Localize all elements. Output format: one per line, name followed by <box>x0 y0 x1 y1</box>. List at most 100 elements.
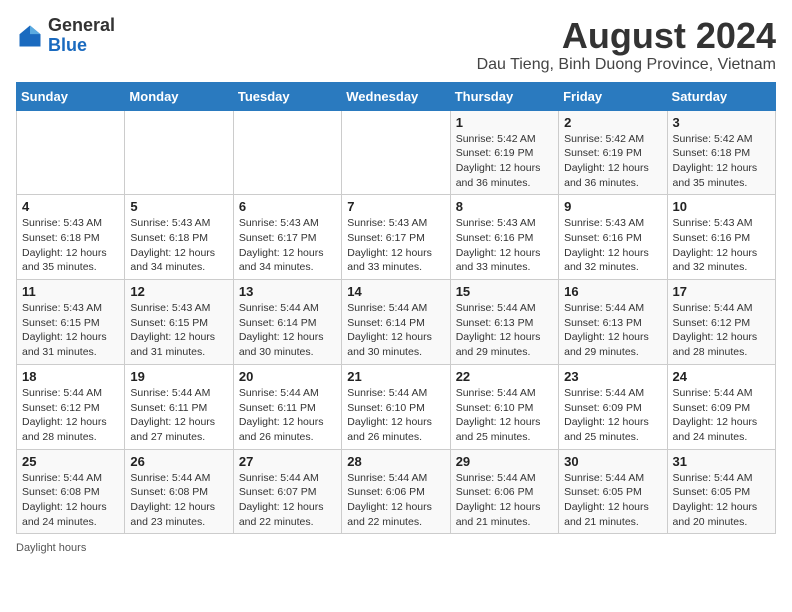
day-number: 23 <box>564 369 661 384</box>
day-info: Sunrise: 5:42 AMSunset: 6:18 PMDaylight:… <box>673 132 770 191</box>
calendar-cell <box>233 110 341 195</box>
day-number: 25 <box>22 454 119 469</box>
calendar-cell: 23 Sunrise: 5:44 AMSunset: 6:09 PMDayligh… <box>559 364 667 449</box>
calendar-week-row: 25 Sunrise: 5:44 AMSunset: 6:08 PMDayligh… <box>17 449 776 534</box>
calendar-cell: 9 Sunrise: 5:43 AMSunset: 6:16 PMDaylight… <box>559 195 667 280</box>
logo-general: General <box>48 15 115 35</box>
logo-blue: Blue <box>48 35 87 55</box>
day-number: 13 <box>239 284 336 299</box>
calendar-cell <box>17 110 125 195</box>
day-info: Sunrise: 5:44 AMSunset: 6:06 PMDaylight:… <box>347 471 444 530</box>
day-info: Sunrise: 5:43 AMSunset: 6:16 PMDaylight:… <box>673 216 770 275</box>
day-of-week-header: Saturday <box>667 82 775 110</box>
day-number: 24 <box>673 369 770 384</box>
day-info: Sunrise: 5:44 AMSunset: 6:08 PMDaylight:… <box>22 471 119 530</box>
footer-note: Daylight hours <box>16 542 776 554</box>
calendar-week-row: 4 Sunrise: 5:43 AMSunset: 6:18 PMDaylight… <box>17 195 776 280</box>
calendar-week-row: 11Sunrise: 5:43 AMSunset: 6:15 PMDayligh… <box>17 280 776 365</box>
calendar-cell: 14Sunrise: 5:44 AMSunset: 6:14 PMDayligh… <box>342 280 450 365</box>
day-number: 31 <box>673 454 770 469</box>
day-info: Sunrise: 5:43 AMSunset: 6:16 PMDaylight:… <box>456 216 553 275</box>
calendar-cell <box>125 110 233 195</box>
calendar-cell: 30 Sunrise: 5:44 AMSunset: 6:05 PMDayligh… <box>559 449 667 534</box>
calendar-cell: 29 Sunrise: 5:44 AMSunset: 6:06 PMDayligh… <box>450 449 558 534</box>
day-info: Sunrise: 5:43 AMSunset: 6:15 PMDaylight:… <box>130 301 227 360</box>
calendar-cell: 22 Sunrise: 5:44 AMSunset: 6:10 PMDayligh… <box>450 364 558 449</box>
calendar-cell: 24 Sunrise: 5:44 AMSunset: 6:09 PMDayligh… <box>667 364 775 449</box>
day-info: Sunrise: 5:44 AMSunset: 6:10 PMDaylight:… <box>347 386 444 445</box>
calendar-week-row: 18Sunrise: 5:44 AMSunset: 6:12 PMDayligh… <box>17 364 776 449</box>
day-info: Sunrise: 5:44 AMSunset: 6:07 PMDaylight:… <box>239 471 336 530</box>
day-of-week-header: Monday <box>125 82 233 110</box>
calendar-cell: 31 Sunrise: 5:44 AMSunset: 6:05 PMDayligh… <box>667 449 775 534</box>
day-of-week-header: Sunday <box>17 82 125 110</box>
calendar-cell: 11Sunrise: 5:43 AMSunset: 6:15 PMDayligh… <box>17 280 125 365</box>
day-number: 5 <box>130 199 227 214</box>
day-info: Sunrise: 5:43 AMSunset: 6:18 PMDaylight:… <box>22 216 119 275</box>
day-info: Sunrise: 5:44 AMSunset: 6:13 PMDaylight:… <box>456 301 553 360</box>
day-info: Sunrise: 5:43 AMSunset: 6:17 PMDaylight:… <box>347 216 444 275</box>
day-info: Sunrise: 5:43 AMSunset: 6:16 PMDaylight:… <box>564 216 661 275</box>
day-info: Sunrise: 5:44 AMSunset: 6:09 PMDaylight:… <box>564 386 661 445</box>
day-of-week-header: Tuesday <box>233 82 341 110</box>
day-info: Sunrise: 5:42 AMSunset: 6:19 PMDaylight:… <box>456 132 553 191</box>
day-number: 8 <box>456 199 553 214</box>
header: General Blue August 2024 Dau Tieng, Binh… <box>16 16 776 74</box>
day-info: Sunrise: 5:44 AMSunset: 6:11 PMDaylight:… <box>239 386 336 445</box>
day-number: 18 <box>22 369 119 384</box>
calendar-cell: 26 Sunrise: 5:44 AMSunset: 6:08 PMDayligh… <box>125 449 233 534</box>
day-info: Sunrise: 5:43 AMSunset: 6:18 PMDaylight:… <box>130 216 227 275</box>
calendar-subtitle: Dau Tieng, Binh Duong Province, Vietnam <box>477 56 776 74</box>
calendar-cell: 16Sunrise: 5:44 AMSunset: 6:13 PMDayligh… <box>559 280 667 365</box>
calendar-cell: 25 Sunrise: 5:44 AMSunset: 6:08 PMDayligh… <box>17 449 125 534</box>
day-of-week-header: Thursday <box>450 82 558 110</box>
day-number: 19 <box>130 369 227 384</box>
day-number: 30 <box>564 454 661 469</box>
logo-text: General Blue <box>48 16 115 56</box>
day-of-week-header: Wednesday <box>342 82 450 110</box>
calendar-cell: 7 Sunrise: 5:43 AMSunset: 6:17 PMDaylight… <box>342 195 450 280</box>
calendar-cell: 27Sunrise: 5:44 AMSunset: 6:07 PMDayligh… <box>233 449 341 534</box>
calendar-week-row: 1 Sunrise: 5:42 AMSunset: 6:19 PMDaylight… <box>17 110 776 195</box>
day-info: Sunrise: 5:44 AMSunset: 6:05 PMDaylight:… <box>673 471 770 530</box>
day-info: Sunrise: 5:44 AMSunset: 6:05 PMDaylight:… <box>564 471 661 530</box>
day-info: Sunrise: 5:44 AMSunset: 6:09 PMDaylight:… <box>673 386 770 445</box>
day-number: 14 <box>347 284 444 299</box>
day-info: Sunrise: 5:44 AMSunset: 6:06 PMDaylight:… <box>456 471 553 530</box>
day-number: 16 <box>564 284 661 299</box>
day-info: Sunrise: 5:43 AMSunset: 6:15 PMDaylight:… <box>22 301 119 360</box>
day-number: 4 <box>22 199 119 214</box>
day-info: Sunrise: 5:44 AMSunset: 6:14 PMDaylight:… <box>239 301 336 360</box>
calendar-cell: 28Sunrise: 5:44 AMSunset: 6:06 PMDayligh… <box>342 449 450 534</box>
day-number: 1 <box>456 115 553 130</box>
day-info: Sunrise: 5:44 AMSunset: 6:08 PMDaylight:… <box>130 471 227 530</box>
calendar-cell: 20Sunrise: 5:44 AMSunset: 6:11 PMDayligh… <box>233 364 341 449</box>
calendar-header-row: SundayMondayTuesdayWednesdayThursdayFrid… <box>17 82 776 110</box>
calendar-cell: 10Sunrise: 5:43 AMSunset: 6:16 PMDayligh… <box>667 195 775 280</box>
day-info: Sunrise: 5:42 AMSunset: 6:19 PMDaylight:… <box>564 132 661 191</box>
calendar-cell: 4 Sunrise: 5:43 AMSunset: 6:18 PMDaylight… <box>17 195 125 280</box>
day-info: Sunrise: 5:44 AMSunset: 6:10 PMDaylight:… <box>456 386 553 445</box>
day-number: 3 <box>673 115 770 130</box>
calendar-cell: 5 Sunrise: 5:43 AMSunset: 6:18 PMDaylight… <box>125 195 233 280</box>
calendar-cell <box>342 110 450 195</box>
day-number: 15 <box>456 284 553 299</box>
day-number: 7 <box>347 199 444 214</box>
day-number: 29 <box>456 454 553 469</box>
day-number: 21 <box>347 369 444 384</box>
calendar-cell: 3 Sunrise: 5:42 AMSunset: 6:18 PMDaylight… <box>667 110 775 195</box>
day-number: 9 <box>564 199 661 214</box>
calendar-title: August 2024 <box>477 16 776 56</box>
day-number: 6 <box>239 199 336 214</box>
day-number: 12 <box>130 284 227 299</box>
logo-icon <box>16 22 44 50</box>
day-number: 22 <box>456 369 553 384</box>
calendar-cell: 18Sunrise: 5:44 AMSunset: 6:12 PMDayligh… <box>17 364 125 449</box>
calendar-table: SundayMondayTuesdayWednesdayThursdayFrid… <box>16 82 776 535</box>
calendar-cell: 19Sunrise: 5:44 AMSunset: 6:11 PMDayligh… <box>125 364 233 449</box>
day-of-week-header: Friday <box>559 82 667 110</box>
logo: General Blue <box>16 16 115 56</box>
day-number: 2 <box>564 115 661 130</box>
calendar-cell: 13 Sunrise: 5:44 AMSunset: 6:14 PMDayligh… <box>233 280 341 365</box>
day-number: 26 <box>130 454 227 469</box>
